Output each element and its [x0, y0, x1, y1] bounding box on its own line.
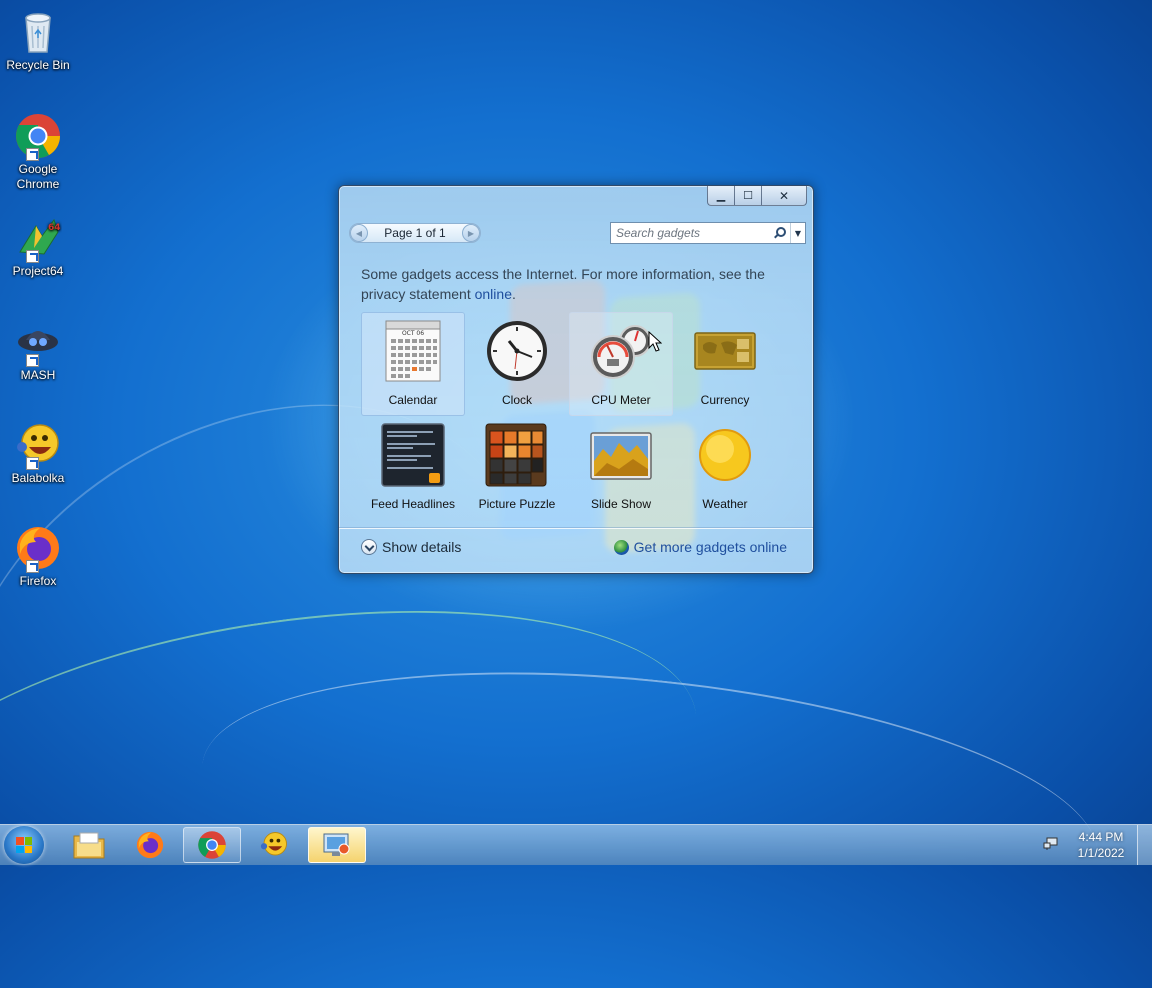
desktop-icon-label: Google Chrome — [16, 162, 60, 191]
taskbar-file-explorer[interactable] — [60, 827, 118, 863]
chrome-icon — [198, 831, 226, 859]
desktop-icon-project64[interactable]: 64 Project64 — [2, 214, 74, 279]
search-box: ▼ — [610, 222, 806, 244]
gadget-clock[interactable]: Clock — [465, 312, 569, 416]
gadget-label: Slide Show — [590, 497, 652, 511]
firefox-icon — [14, 524, 62, 573]
get-more-gadgets-link[interactable]: Get more gadgets online — [613, 539, 787, 555]
calendar-gadget-icon: OCT 06 — [381, 319, 445, 383]
gadgets-icon — [323, 833, 350, 856]
desktop-icon-google-chrome[interactable]: Google Chrome — [2, 112, 74, 192]
page-indicator: Page 1 of 1 — [384, 226, 446, 240]
picture-puzzle-gadget-icon — [485, 423, 549, 487]
gadget-gallery: OCT 06 Calendar Clock CPU Meter Currency… — [361, 312, 777, 520]
desktop-icon-label: Firefox — [19, 574, 57, 588]
caption-buttons: ▁ ☐ ✕ — [707, 186, 807, 206]
close-button[interactable]: ✕ — [762, 186, 807, 206]
clock-time: 4:44 PM — [1078, 830, 1124, 844]
desktop-icon-label: Project64 — [12, 264, 64, 278]
taskbar-balabolka[interactable] — [245, 827, 303, 863]
show-details-button[interactable]: Show details — [361, 539, 461, 555]
weather-gadget-icon — [693, 423, 757, 487]
folder-icon — [73, 832, 105, 859]
gadget-label: CPU Meter — [591, 393, 651, 407]
gadget-feed-headlines[interactable]: Feed Headlines — [361, 416, 465, 520]
gadget-label: Picture Puzzle — [478, 497, 556, 511]
gadget-label: Currency — [700, 393, 750, 407]
desktop-icon-label: MASH — [20, 368, 56, 382]
gadget-weather[interactable]: Weather — [673, 416, 777, 520]
mash-icon — [14, 318, 62, 367]
network-icon[interactable] — [1043, 837, 1059, 851]
taskbar: 4:44 PM 1/1/2022 — [0, 824, 1152, 865]
svg-text:64: 64 — [48, 223, 61, 233]
desktop-icon-recycle-bin[interactable]: Recycle Bin — [2, 8, 74, 73]
gadget-label: Clock — [501, 393, 532, 407]
taskbar-gadgets[interactable] — [308, 827, 366, 863]
chrome-icon — [14, 112, 62, 161]
balabolka-icon — [260, 832, 287, 856]
mouse-cursor-icon — [648, 331, 662, 352]
privacy-online-link[interactable]: online — [475, 286, 512, 302]
privacy-notice: Some gadgets access the Internet. For mo… — [361, 264, 801, 304]
gadget-calendar[interactable]: OCT 06 Calendar — [361, 312, 465, 416]
gadget-label: Calendar — [388, 393, 438, 407]
recycle-bin-icon — [14, 8, 62, 56]
taskbar-chrome[interactable] — [183, 827, 241, 863]
show-desktop-button[interactable] — [1137, 825, 1152, 865]
previous-page-button[interactable]: ◀ — [350, 224, 368, 242]
system-clock[interactable]: 4:44 PM 1/1/2022 — [1066, 829, 1136, 861]
start-button[interactable] — [4, 826, 44, 864]
page-navigator: ◀ Page 1 of 1 ▶ — [349, 223, 481, 243]
clock-gadget-icon — [485, 319, 549, 383]
calendar-month-label: OCT 06 — [401, 330, 425, 337]
gadget-currency[interactable]: Currency — [673, 312, 777, 416]
windows-flag-icon — [16, 837, 32, 853]
taskbar-firefox[interactable] — [121, 827, 179, 863]
gadget-label: Weather — [702, 497, 748, 511]
get-more-gadgets-label: Get more gadgets online — [633, 539, 787, 555]
search-icon[interactable] — [772, 226, 786, 240]
slide-show-gadget-icon — [589, 423, 653, 487]
desktop-icon-label: Recycle Bin — [6, 58, 70, 72]
minimize-button[interactable]: ▁ — [707, 186, 735, 206]
currency-gadget-icon — [693, 319, 757, 383]
desktop-icon-mash[interactable]: MASH — [2, 318, 74, 383]
chevron-down-icon — [361, 539, 377, 555]
gadget-slide-show[interactable]: Slide Show — [569, 416, 673, 520]
footer-divider — [339, 528, 813, 529]
search-input[interactable] — [611, 223, 772, 243]
globe-icon — [613, 539, 629, 555]
gadgets-window: ▁ ☐ ✕ ◀ Page 1 of 1 ▶ ▼ Some gadgets acc… — [338, 185, 814, 574]
gadget-cpu-meter[interactable]: CPU Meter — [569, 312, 673, 416]
desktop-icon-firefox[interactable]: Firefox — [2, 524, 74, 589]
project64-icon: 64 — [14, 214, 62, 263]
gadget-picture-puzzle[interactable]: Picture Puzzle — [465, 416, 569, 520]
gadget-label: Feed Headlines — [370, 497, 456, 511]
next-page-button[interactable]: ▶ — [461, 224, 480, 242]
desktop-icon-balabolka[interactable]: Balabolka — [2, 421, 74, 486]
feed-headlines-gadget-icon — [381, 423, 445, 487]
maximize-button[interactable]: ☐ — [735, 186, 762, 206]
privacy-notice-suffix: . — [511, 286, 516, 302]
show-details-label: Show details — [382, 539, 462, 555]
privacy-notice-text: Some gadgets access the Internet. For mo… — [361, 266, 765, 302]
search-dropdown-button[interactable]: ▼ — [790, 223, 805, 243]
balabolka-icon — [14, 421, 62, 470]
desktop-icon-label: Balabolka — [11, 471, 65, 485]
clock-date: 1/1/2022 — [1077, 846, 1125, 860]
firefox-icon — [136, 831, 164, 859]
cpu-meter-gadget-icon — [589, 319, 653, 383]
